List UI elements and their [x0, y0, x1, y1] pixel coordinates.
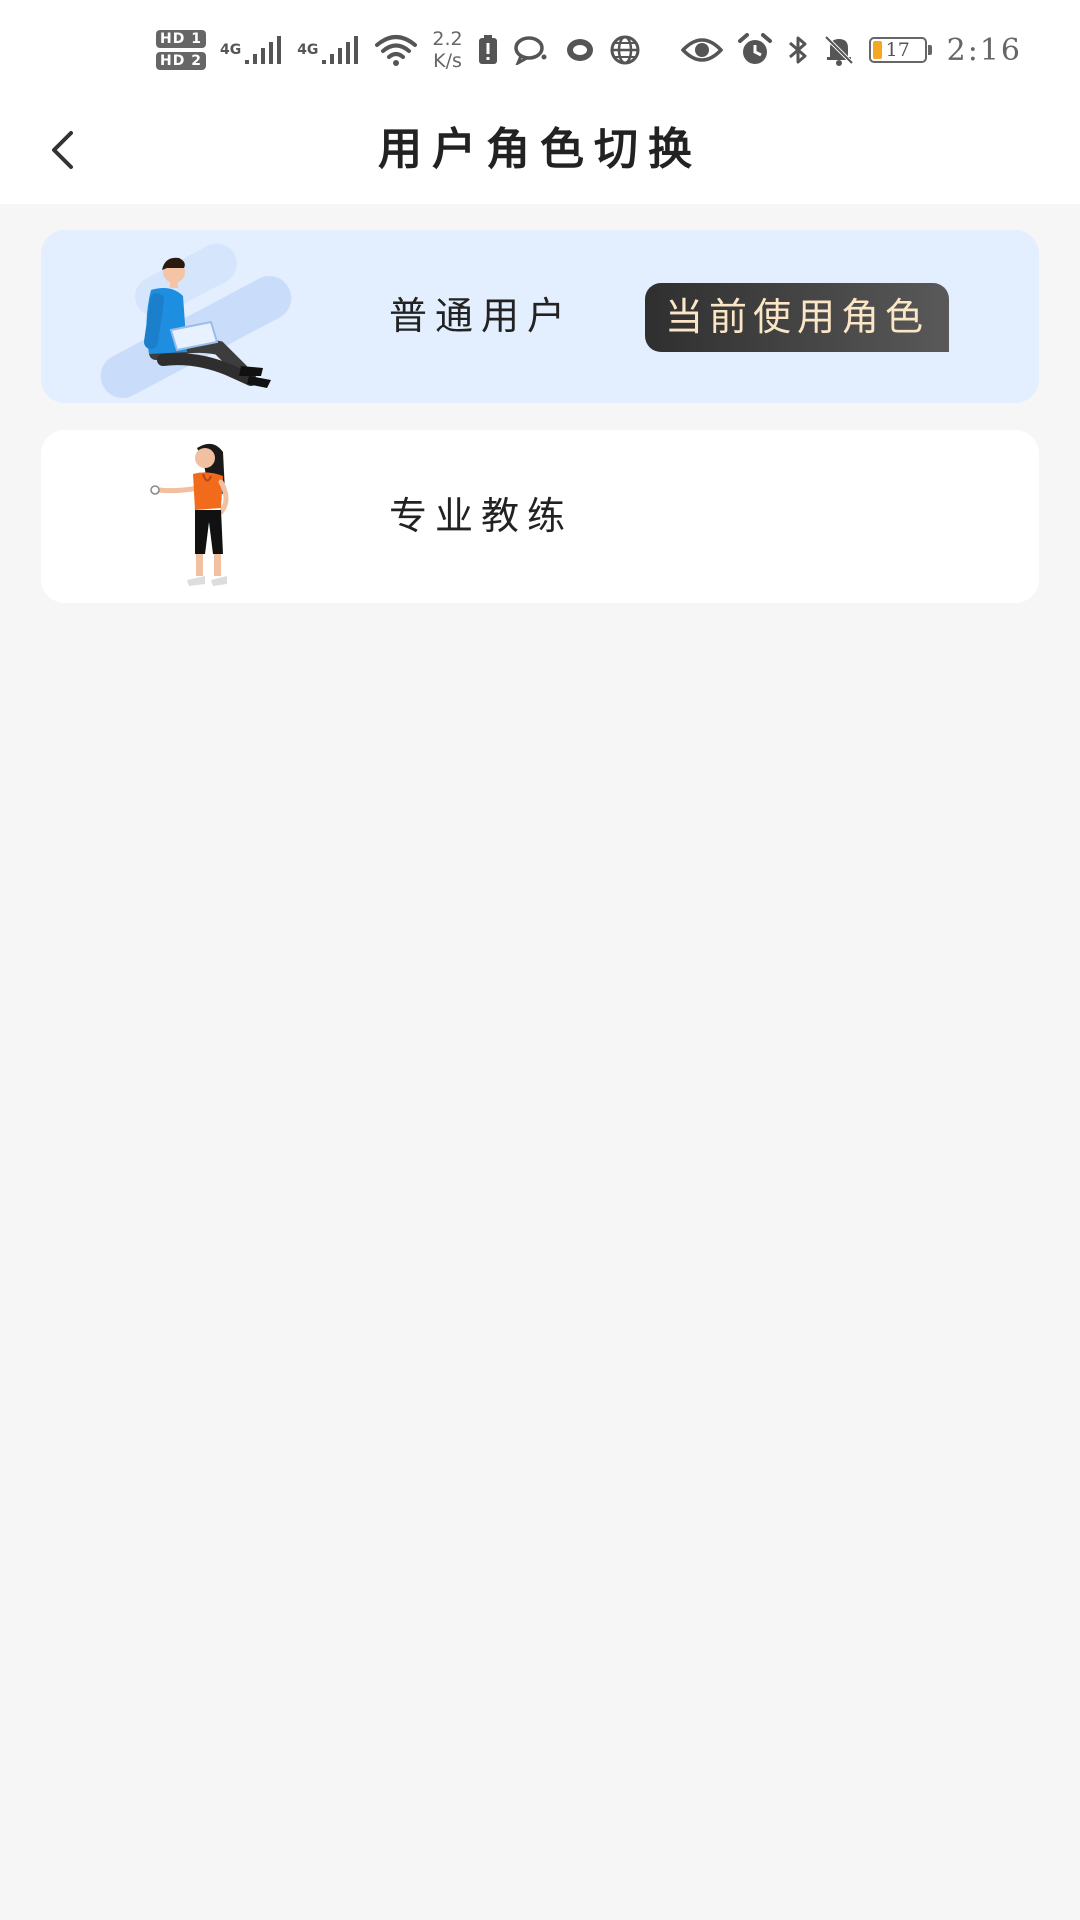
- sim1-network-type: 4G: [219, 42, 242, 58]
- sim1-signal: 4G: [220, 34, 283, 66]
- hd-indicators: HD 1 HD 2: [156, 30, 206, 70]
- status-bar-left: HD 1 HD 2 4G 4G 2.2 K/s: [156, 22, 643, 78]
- bluetooth-icon: [788, 36, 807, 64]
- battery-alert-icon: [478, 35, 497, 64]
- eye-app-icon: [566, 39, 593, 61]
- hd-sim2-badge: HD 2: [156, 52, 206, 70]
- network-speed-value: 2.2: [432, 28, 463, 50]
- coach-woman-illustration: [150, 443, 229, 586]
- chat-bubble-icon: [513, 36, 547, 65]
- role-label-normal-user: 普通用户: [389, 294, 574, 338]
- battery-level: 17: [885, 39, 910, 61]
- person-with-laptop-illustration: [100, 243, 292, 398]
- sim2-network-type: 4G: [297, 42, 319, 58]
- globe-icon: [610, 35, 640, 65]
- signal-bars-icon: [245, 36, 282, 64]
- role-card-professional-coach[interactable]: 专业教练: [41, 430, 1039, 603]
- role-card-normal-user[interactable]: 普通用户 当前使用角色: [41, 230, 1039, 403]
- page-title: 用户角色切换: [378, 124, 702, 175]
- app-header: 用户角色切换: [0, 100, 1080, 204]
- network-speed: 2.2 K/s: [432, 28, 462, 72]
- wifi-icon: [375, 35, 418, 66]
- battery-indicator: 17: [868, 37, 932, 63]
- role-label-professional-coach: 专业教练: [389, 494, 574, 538]
- hd-sim1-badge: HD 1: [156, 30, 206, 48]
- signal-bars-icon: [322, 36, 359, 64]
- eye-comfort-icon: [680, 38, 723, 62]
- status-bar: HD 1 HD 2 4G 4G 2.2 K/s 17 2:16: [0, 0, 1080, 100]
- bell-muted-icon: [824, 35, 854, 66]
- clock: 2:16: [946, 32, 1022, 68]
- sim2-signal: 4G: [297, 34, 360, 66]
- current-role-badge: 当前使用角色: [645, 283, 949, 352]
- battery-fill: [872, 41, 882, 59]
- status-bar-right: 17 2:16: [680, 22, 1022, 78]
- network-speed-unit: K/s: [433, 50, 462, 72]
- alarm-icon: [737, 33, 772, 64]
